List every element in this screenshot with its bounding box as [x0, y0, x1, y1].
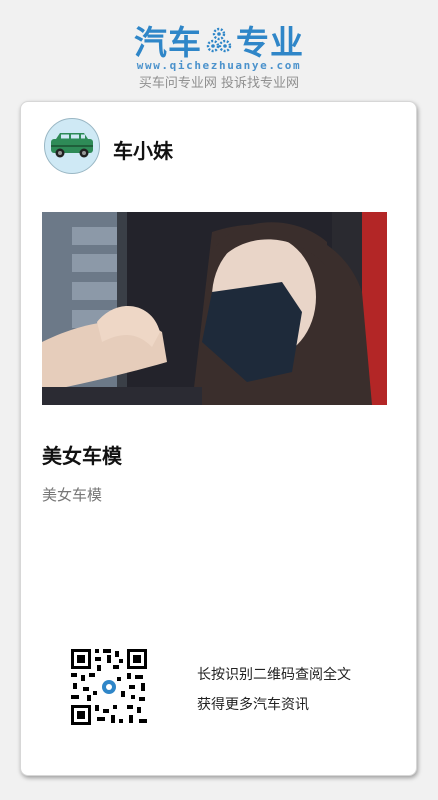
car-icon	[51, 133, 93, 158]
gear-icon	[206, 27, 232, 53]
logo-url: www.qichezhuanye.com	[136, 59, 302, 72]
qr-instruction-line2: 获得更多汽车资讯	[197, 697, 309, 713]
article-summary: 美女车模	[42, 486, 103, 504]
logo-slogan: 买车问专业网 投诉找专业网	[138, 76, 300, 91]
article-photo[interactable]	[42, 212, 387, 405]
qr-code-icon[interactable]	[69, 647, 149, 727]
article-title[interactable]: 美女车模	[42, 440, 122, 469]
qr-instruction-line1: 长按识别二维码查阅全文	[197, 667, 351, 683]
author-name[interactable]: 车小妹	[113, 135, 173, 164]
model-photo-image	[42, 212, 387, 405]
avatar[interactable]	[44, 118, 100, 174]
logo-text-right: 专业	[236, 23, 304, 62]
logo-title: 汽车 专业	[124, 20, 314, 62]
article-card: 车小妹 美女车模 美女车模 长按识别二维码查阅全文 获得更多汽车资讯	[20, 101, 417, 776]
logo-text-left: 汽车	[134, 23, 202, 62]
